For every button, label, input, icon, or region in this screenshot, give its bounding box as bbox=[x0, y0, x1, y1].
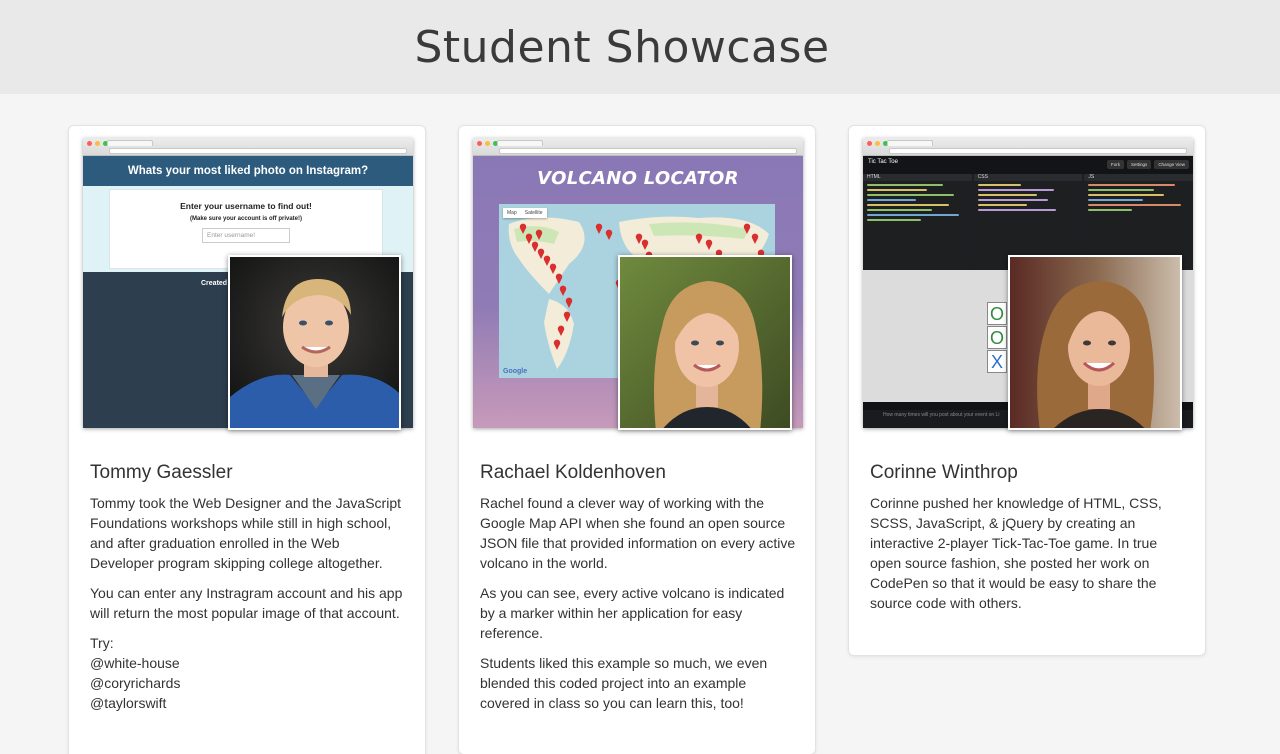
change-view-button[interactable]: Change View bbox=[1154, 160, 1189, 169]
try-account: @white-house bbox=[90, 655, 180, 671]
board-cell[interactable]: O bbox=[987, 326, 1007, 349]
game-board: O O X bbox=[987, 302, 1007, 374]
student-name: Rachael Koldenhoven bbox=[480, 462, 666, 483]
try-list: Try: @white-house @coryrichards @taylors… bbox=[90, 633, 407, 713]
browser-chrome bbox=[863, 138, 1193, 156]
pane-label: JS bbox=[1084, 174, 1193, 181]
app-heading: VOLCANO LOCATOR bbox=[537, 168, 739, 189]
project-screenshot[interactable]: Tic Tac Toe Fork Settings Change View HT… bbox=[863, 138, 1193, 430]
map-type-toggle[interactable]: Map Satellite bbox=[503, 208, 547, 218]
project-screenshot[interactable]: Whats your most liked photo on Instagram… bbox=[83, 138, 413, 430]
created-label: Created bbox=[201, 280, 228, 287]
student-card-corinne: Tic Tac Toe Fork Settings Change View HT… bbox=[848, 125, 1206, 656]
student-photo bbox=[228, 255, 401, 430]
form-prompt: Enter your username to find out! bbox=[180, 201, 312, 211]
bio-paragraph: You can enter any Instragram account and… bbox=[90, 585, 403, 621]
student-card-tommy: Whats your most liked photo on Instagram… bbox=[68, 125, 426, 754]
board-cell[interactable]: O bbox=[987, 302, 1007, 325]
student-name: Tommy Gaessler bbox=[90, 462, 233, 483]
student-photo bbox=[1008, 255, 1182, 430]
browser-chrome bbox=[83, 138, 413, 156]
bio-paragraph: Rachel found a clever way of working wit… bbox=[480, 495, 796, 571]
student-card-rachael: VOLCANO LOCATOR Map Satellite Google Rac… bbox=[458, 125, 816, 754]
codepen-title: Tic Tac Toe bbox=[868, 159, 898, 165]
username-input: Enter username! bbox=[202, 228, 290, 243]
page-title: Student Showcase bbox=[414, 21, 830, 73]
pane-label: HTML bbox=[863, 174, 972, 181]
student-name: Corinne Winthrop bbox=[870, 462, 1018, 483]
settings-button[interactable]: Settings bbox=[1127, 160, 1152, 169]
map-button[interactable]: Map bbox=[503, 208, 521, 218]
bio-paragraph: As you can see, every active volcano is … bbox=[480, 585, 785, 641]
form-note: (Make sure your account is off private!) bbox=[189, 216, 303, 222]
project-screenshot[interactable]: VOLCANO LOCATOR Map Satellite Google bbox=[473, 138, 803, 430]
google-logo: Google bbox=[503, 368, 528, 375]
pane-label: CSS bbox=[973, 174, 1083, 181]
app-heading: Whats your most liked photo on Instagram… bbox=[83, 156, 413, 186]
page-header: Student Showcase bbox=[0, 0, 1280, 94]
student-bio: Rachael Koldenhoven Rachel found a cleve… bbox=[480, 462, 797, 723]
try-label: Try: bbox=[90, 635, 114, 651]
board-cell[interactable]: X bbox=[987, 350, 1007, 373]
satellite-button[interactable]: Satellite bbox=[521, 208, 547, 218]
student-bio: Tommy Gaessler Tommy took the Web Design… bbox=[90, 462, 407, 713]
student-photo bbox=[618, 255, 792, 430]
html-pane: HTML bbox=[863, 174, 972, 270]
bio-paragraph: Tommy took the Web Designer and the Java… bbox=[90, 495, 402, 571]
try-account: @coryrichards bbox=[90, 675, 181, 691]
try-account: @taylorswift bbox=[90, 695, 167, 711]
fork-button[interactable]: Fork bbox=[1107, 160, 1125, 169]
browser-chrome bbox=[473, 138, 803, 156]
student-bio: Corinne Winthrop Corinne pushed her know… bbox=[870, 462, 1187, 623]
bio-paragraph: Corinne pushed her knowledge of HTML, CS… bbox=[870, 495, 1162, 611]
bio-paragraph: Students liked this example so much, we … bbox=[480, 655, 768, 711]
